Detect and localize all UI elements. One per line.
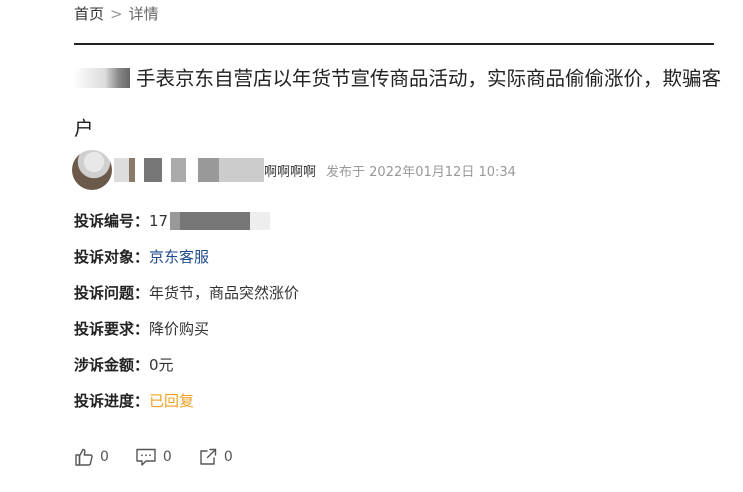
- action-bar: 0 0 0: [74, 447, 259, 467]
- author-name[interactable]: 啊啊啊啊: [264, 161, 316, 180]
- field-value: 0元: [149, 356, 174, 374]
- field-complaint-request: 投诉要求： 降价购买: [74, 318, 209, 339]
- like-count: 0: [100, 449, 109, 465]
- field-complaint-number: 投诉编号： 17: [74, 210, 271, 231]
- comment-icon: [135, 447, 157, 467]
- status-badge: 已回复: [149, 392, 195, 410]
- page-title: 手表京东自营店以年货节宣传商品活动，实际商品偷偷涨价，欺骗客户: [74, 54, 724, 154]
- thumbs-up-icon: [74, 447, 94, 467]
- field-complaint-issue: 投诉问题： 年货节，商品突然涨价: [74, 282, 299, 303]
- field-complaint-progress: 投诉进度： 已回复: [74, 390, 194, 411]
- field-value: 17: [149, 211, 169, 230]
- breadcrumb-current: 详情: [128, 5, 159, 23]
- field-complaint-amount: 涉诉金额： 0元: [74, 354, 174, 375]
- field-label: 投诉编号：: [74, 212, 150, 230]
- like-button[interactable]: 0: [74, 447, 109, 467]
- blurred-title-prefix: [74, 68, 130, 88]
- field-label: 投诉进度：: [74, 392, 150, 410]
- post-time: 发布于 2022年01月12日 10:34: [326, 164, 516, 180]
- share-button[interactable]: 0: [198, 447, 233, 467]
- page-title-text: 手表京东自营店以年货节宣传商品活动，实际商品偷偷涨价，欺骗客户: [74, 67, 722, 140]
- blurred-complaint-number: [170, 211, 271, 230]
- blurred-author-name: [114, 158, 264, 182]
- avatar[interactable]: [72, 150, 112, 190]
- field-value: 年货节，商品突然涨价: [149, 284, 300, 302]
- field-label: 涉诉金额：: [74, 356, 150, 374]
- share-icon: [198, 447, 218, 467]
- title-divider: [74, 43, 714, 45]
- breadcrumb-home-link[interactable]: 首页: [74, 3, 104, 24]
- breadcrumb-separator: >: [110, 4, 123, 23]
- field-label: 投诉要求：: [74, 320, 150, 338]
- comment-count: 0: [162, 449, 172, 465]
- comment-button[interactable]: 0: [135, 447, 172, 467]
- field-label: 投诉对象：: [74, 248, 150, 266]
- complaint-target-link[interactable]: 京东客服: [149, 246, 209, 267]
- field-value: 降价购买: [149, 320, 210, 338]
- share-count: 0: [223, 449, 233, 465]
- breadcrumb: 首页 > 详情: [74, 3, 159, 24]
- field-complaint-target: 投诉对象： 京东客服: [74, 246, 209, 267]
- field-label: 投诉问题：: [74, 284, 150, 302]
- author-row: 啊啊啊啊 发布于 2022年01月12日 10:34: [72, 150, 516, 190]
